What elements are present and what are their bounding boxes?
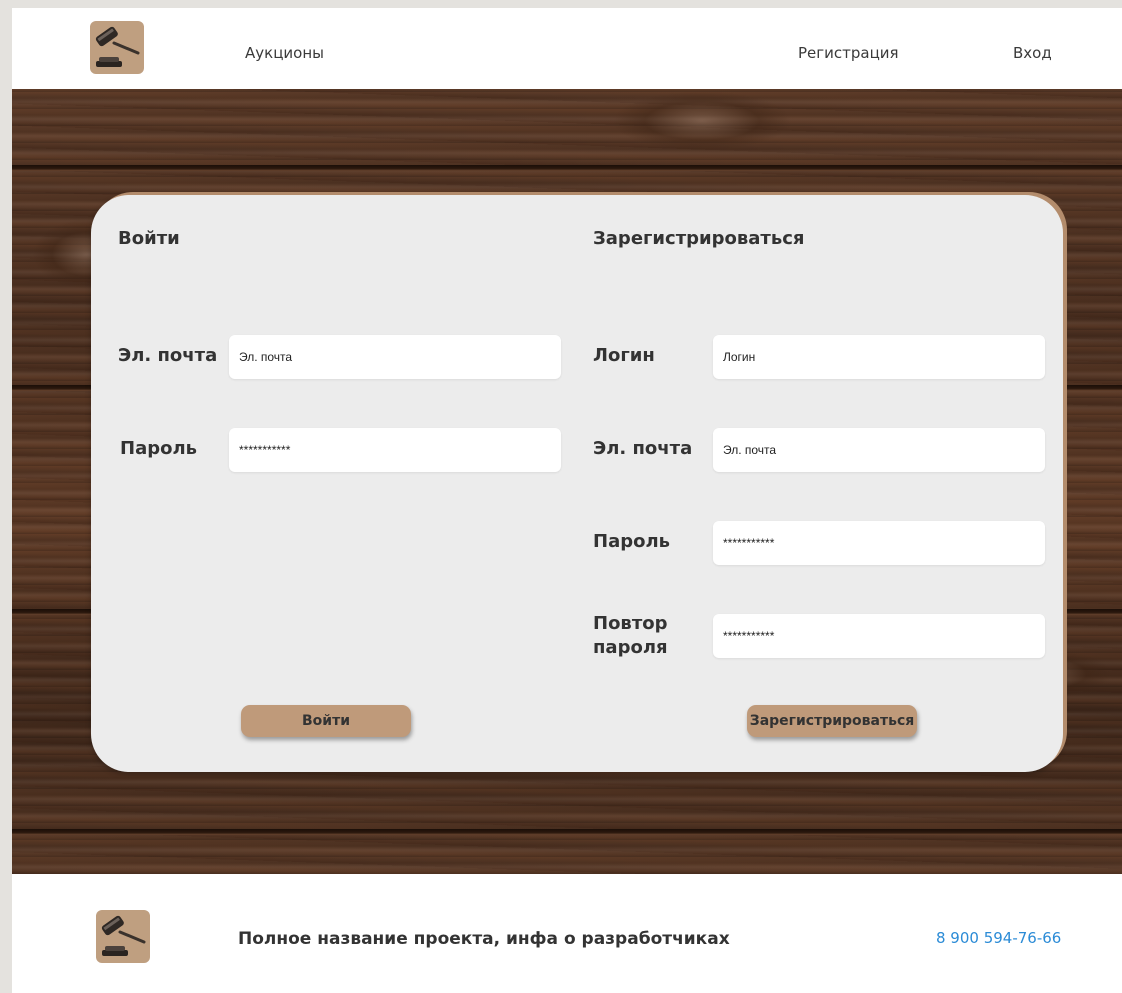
login-password-label: Пароль	[120, 438, 198, 459]
register-repeat-label-line1: Повтор	[593, 613, 668, 634]
auth-card: Войти Эл. почта Пароль Войти Зарегистрир…	[91, 195, 1063, 772]
register-title: Зарегистрироваться	[593, 228, 805, 249]
header: Аукционы Регистрация Вход	[12, 8, 1122, 89]
register-email-label: Эл. почта	[593, 438, 693, 459]
logo[interactable]	[90, 21, 144, 74]
register-login-input[interactable]	[713, 335, 1045, 379]
nav-register[interactable]: Регистрация	[798, 44, 899, 62]
login-title: Войти	[118, 228, 180, 249]
page: Аукционы Регистрация Вход Войти Эл. почт…	[12, 8, 1122, 993]
login-email-label: Эл. почта	[118, 345, 218, 366]
footer-logo[interactable]	[96, 910, 150, 963]
footer: Полное название проекта, инфа о разработ…	[12, 874, 1122, 993]
login-password-input[interactable]	[229, 428, 561, 472]
wood-knot	[612, 91, 792, 151]
register-repeat-label-line2: пароля	[593, 637, 668, 658]
plank-divider	[12, 165, 1122, 171]
gavel-icon	[101, 915, 146, 956]
nav-auctions[interactable]: Аукционы	[245, 44, 324, 62]
footer-phone-link[interactable]: 8 900 594-76-66	[936, 929, 1061, 947]
register-password-input[interactable]	[713, 521, 1045, 565]
gavel-icon	[95, 26, 140, 67]
register-button[interactable]: Зарегистрироваться	[747, 705, 917, 737]
plank-divider	[12, 829, 1122, 835]
login-email-input[interactable]	[229, 335, 561, 379]
footer-project-info: Полное название проекта, инфа о разработ…	[238, 929, 730, 949]
login-button[interactable]: Войти	[241, 705, 411, 737]
register-repeat-label: Повтор пароля	[593, 612, 668, 660]
nav-login[interactable]: Вход	[1013, 44, 1052, 62]
register-email-input[interactable]	[713, 428, 1045, 472]
register-password-label: Пароль	[593, 531, 671, 552]
register-login-label: Логин	[593, 345, 655, 366]
register-repeat-input[interactable]	[713, 614, 1045, 658]
